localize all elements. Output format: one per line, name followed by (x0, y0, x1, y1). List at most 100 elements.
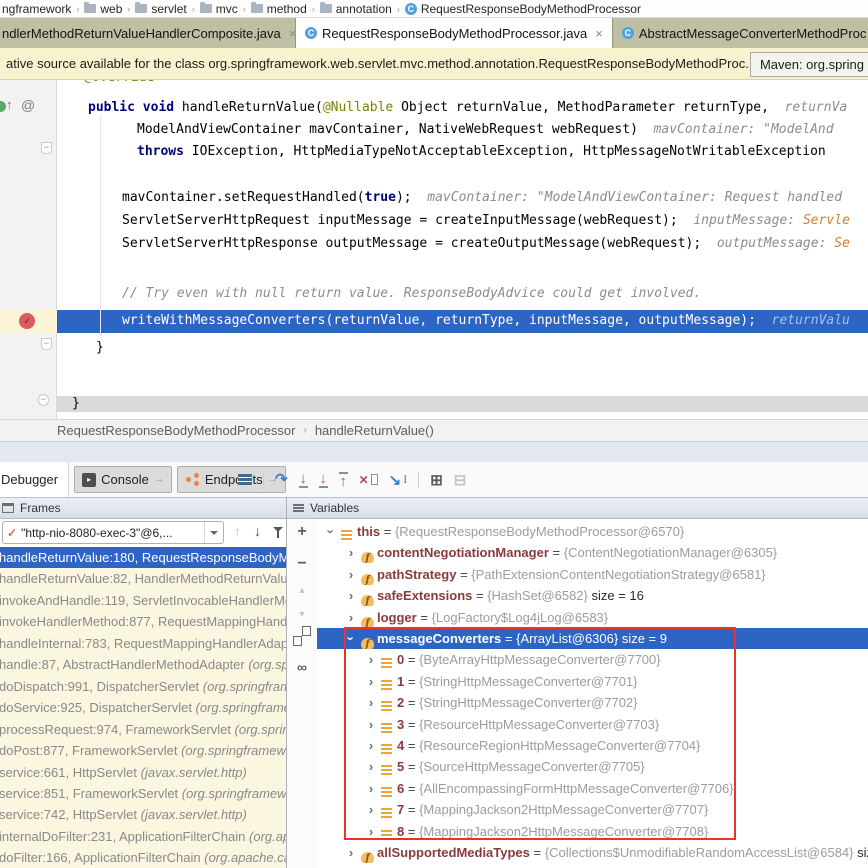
fold-marker-icon[interactable]: − (41, 142, 52, 154)
chevron-collapsed-icon[interactable]: › (365, 778, 377, 799)
chevron-collapsed-icon[interactable]: › (345, 842, 357, 863)
chevron-collapsed-icon[interactable]: › (345, 607, 357, 628)
tool-tab-debugger[interactable]: Debugger (0, 462, 69, 497)
step-out-icon[interactable]: ↑ (339, 472, 348, 488)
variable-row[interactable]: ›7 = {MappingJackson2HttpMessageConverte… (317, 799, 868, 820)
choose-sources-button[interactable]: Maven: org.spring (750, 52, 868, 77)
filter-icon[interactable] (273, 527, 284, 539)
code-line[interactable]: } (96, 340, 104, 356)
frame-row[interactable]: handleReturnValue:82, HandlerMethodRetur… (0, 568, 286, 589)
thread-selector[interactable]: ✓ "http-nio-8080-exec-3"@6,... (2, 521, 224, 544)
variable-row[interactable]: ›6 = {AllEncompassingFormHttpMessageConv… (317, 778, 868, 799)
frame-row[interactable]: service:661, HttpServlet (javax.servlet.… (0, 762, 286, 783)
variable-row[interactable]: ›fmessageConverters = {ArrayList@6306} s… (317, 628, 868, 649)
frame-row[interactable]: doPost:877, FrameworkServlet (org.spring… (0, 740, 286, 761)
chevron-expanded-icon[interactable]: › (341, 633, 362, 645)
code-line[interactable]: ServletServerHttpResponse outputMessage … (122, 236, 850, 252)
chevron-collapsed-icon[interactable]: › (345, 564, 357, 585)
chevron-collapsed-icon[interactable]: › (345, 542, 357, 563)
frame-row[interactable]: invokeAndHandle:119, ServletInvocableHan… (0, 590, 286, 611)
dropdown-box[interactable] (204, 522, 223, 543)
breadcrumb-item-servlet[interactable]: servlet (135, 2, 186, 16)
overrides-method-icon[interactable]: ↑ (6, 97, 13, 112)
chevron-collapsed-icon[interactable]: › (365, 671, 377, 692)
add-watch-icon[interactable]: + (287, 523, 317, 541)
step-into-icon[interactable]: ↓ (299, 472, 308, 488)
breadcrumb-item-RequestResponseBodyMethodProcessor[interactable]: CRequestResponseBodyMethodProcessor (405, 2, 641, 16)
variable-row[interactable]: ›fsafeExtensions = {HashSet@6582} size =… (317, 585, 868, 606)
drop-frame-icon[interactable]: ✕ (359, 473, 378, 487)
variable-row[interactable]: ›8 = {MappingJackson2HttpMessageConverte… (317, 821, 868, 842)
force-step-into-icon[interactable]: ↓ (319, 472, 328, 488)
tool-tab-console[interactable]: ▸Console→ (74, 466, 172, 493)
chevron-collapsed-icon[interactable]: › (365, 649, 377, 670)
remove-watch-icon[interactable]: − (287, 555, 317, 573)
variable-row[interactable]: ›flogger = {LogFactory$Log4jLog@6583} (317, 607, 868, 628)
previous-frame-icon[interactable]: ↑ (234, 523, 241, 539)
variable-row[interactable]: ›1 = {StringHttpMessageConverter@7701} (317, 671, 868, 692)
breadcrumb-item-annotation[interactable]: annotation (320, 2, 392, 16)
chevron-collapsed-icon[interactable]: › (345, 863, 357, 868)
frame-row[interactable]: invokeHandlerMethod:877, RequestMappingH… (0, 611, 286, 632)
variable-row[interactable]: ›fpathStrategy = {PathExtensionContentNe… (317, 564, 868, 585)
window-menu-icon[interactable] (238, 474, 252, 485)
variable-row[interactable]: ›fadvice = {RequestResponseBodyAdviceCha… (317, 863, 868, 868)
code-line[interactable]: public void handleReturnValue(@Nullable … (88, 100, 847, 116)
chevron-collapsed-icon[interactable]: › (365, 756, 377, 777)
variable-row[interactable]: ›3 = {ResourceHttpMessageConverter@7703} (317, 714, 868, 735)
step-over-icon[interactable]: ↷ (275, 473, 288, 486)
variable-row[interactable]: ›4 = {ResourceRegionHttpMessageConverter… (317, 735, 868, 756)
code-line[interactable]: throws IOException, HttpMediaTypeNotAcce… (137, 144, 826, 160)
chevron-collapsed-icon[interactable]: › (345, 585, 357, 606)
close-icon[interactable]: × (595, 26, 603, 41)
next-frame-icon[interactable]: ↓ (254, 523, 261, 539)
view-breakpoints-icon[interactable]: ⊞ (430, 471, 443, 489)
variable-row[interactable]: ›5 = {SourceHttpMessageConverter@7705} (317, 756, 868, 777)
frame-row[interactable]: handleReturnValue:180, RequestResponseBo… (0, 547, 286, 568)
breadcrumb-item-ngframework[interactable]: ngframework (2, 2, 71, 16)
variable-row[interactable]: ›fallSupportedMediaTypes = {Collections$… (317, 842, 868, 863)
code-line[interactable]: // Try even with null return value. Resp… (122, 286, 701, 302)
breadcrumb-item-mvc[interactable]: mvc (200, 2, 238, 16)
breadcrumb-method[interactable]: handleReturnValue() (315, 423, 434, 438)
code-line[interactable]: @Override (84, 80, 154, 86)
variable-row[interactable]: ›0 = {ByteArrayHttpMessageConverter@7700… (317, 649, 868, 670)
frame-row[interactable]: handle:87, AbstractHandlerMethodAdapter … (0, 654, 286, 675)
code-line[interactable]: ServletServerHttpRequest inputMessage = … (122, 213, 850, 229)
chevron-expanded-icon[interactable]: › (321, 526, 342, 538)
frame-row[interactable]: processRequest:974, FrameworkServlet (or… (0, 719, 286, 740)
frame-row[interactable]: service:742, HttpServlet (javax.servlet.… (0, 804, 286, 825)
code-line[interactable]: } (72, 396, 80, 412)
show-watches-icon[interactable]: ∞ (287, 659, 317, 675)
code-line[interactable]: writeWithMessageConverters(returnValue, … (122, 313, 850, 329)
code-line[interactable]: ModelAndViewContainer mavContainer, Nati… (137, 122, 834, 138)
editor-tab-1[interactable]: ndlerMethodReturnValueHandlerComposite.j… (0, 18, 296, 48)
move-down-icon[interactable]: ▼ (287, 609, 317, 619)
code-editor[interactable]: ↑ @ − − − ✓ @Overridepublic void handleR… (0, 80, 868, 419)
fold-marker-icon[interactable]: − (41, 338, 52, 350)
run-to-cursor-icon[interactable]: ↘I (389, 472, 408, 487)
breakpoint-verified-icon[interactable]: ✓ (19, 313, 35, 329)
editor-tab-2[interactable]: CRequestResponseBodyMethodProcessor.java… (296, 18, 613, 48)
frame-row[interactable]: doService:925, DispatcherServlet (org.sp… (0, 697, 286, 718)
breadcrumb-item-web[interactable]: web (84, 2, 122, 16)
editor-tab-3[interactable]: CAbstractMessageConverterMethodProc (613, 18, 868, 48)
frame-row[interactable]: handleInternal:783, RequestMappingHandle… (0, 633, 286, 654)
breadcrumb-item-method[interactable]: method (251, 2, 307, 16)
code-line[interactable]: mavContainer.setRequestHandled(true); ma… (122, 190, 850, 206)
variable-row[interactable]: ›this = {RequestResponseBodyMethodProces… (317, 521, 868, 542)
variable-row[interactable]: ›2 = {StringHttpMessageConverter@7702} (317, 692, 868, 713)
frame-row[interactable]: service:851, FrameworkServlet (org.sprin… (0, 783, 286, 804)
variable-row[interactable]: ›fcontentNegotiationManager = {ContentNe… (317, 542, 868, 563)
mute-breakpoints-icon[interactable]: ⊟ (454, 471, 467, 489)
chevron-collapsed-icon[interactable]: › (365, 735, 377, 756)
breadcrumb-class[interactable]: RequestResponseBodyMethodProcessor (57, 423, 295, 438)
move-up-icon[interactable]: ▲ (287, 585, 317, 595)
chevron-collapsed-icon[interactable]: › (365, 692, 377, 713)
fold-marker-icon[interactable]: − (38, 394, 49, 406)
frame-row[interactable]: doDispatch:991, DispatcherServlet (org.s… (0, 676, 286, 697)
frame-row[interactable]: internalDoFilter:231, ApplicationFilterC… (0, 826, 286, 847)
chevron-collapsed-icon[interactable]: › (365, 799, 377, 820)
chevron-collapsed-icon[interactable]: › (365, 821, 377, 842)
frame-row[interactable]: doFilter:166, ApplicationFilterChain (or… (0, 847, 286, 868)
